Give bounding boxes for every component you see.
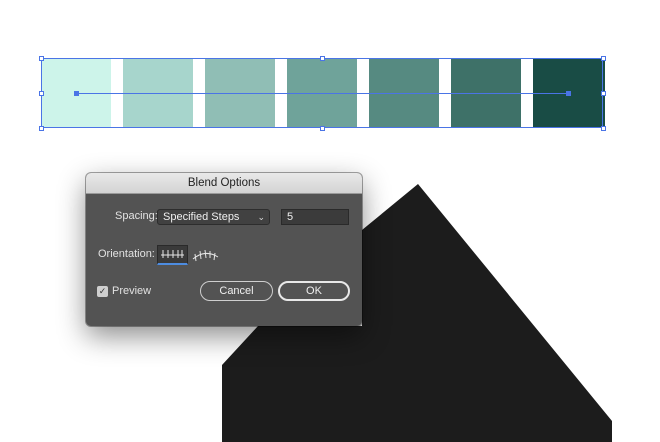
spacing-label: Spacing: [115,210,158,222]
align-to-page-icon [161,250,184,258]
selection-handle-tm[interactable] [320,56,325,61]
preview-checkbox[interactable]: ✓ [97,286,108,297]
spine-anchor-end[interactable] [566,91,571,96]
cancel-button[interactable]: Cancel [200,281,273,301]
dialog-title[interactable]: Blend Options [86,173,362,194]
selection-handle-br[interactable] [601,126,606,131]
align-to-page-button[interactable] [157,245,188,265]
orientation-label: Orientation: [98,248,155,260]
selection-handle-mr[interactable] [601,91,606,96]
selection-handle-tr[interactable] [601,56,606,61]
spine-anchor-start[interactable] [74,91,79,96]
blend-spine-path[interactable] [76,93,568,94]
selection-handle-bl[interactable] [39,126,44,131]
align-to-path-icon [192,249,219,262]
checkmark-icon: ✓ [98,286,107,296]
selection-handle-bm[interactable] [320,126,325,131]
chevron-down-icon: ⌄ [257,212,265,222]
preview-label[interactable]: Preview [112,285,151,297]
selection-handle-tl[interactable] [39,56,44,61]
specified-steps-input[interactable]: 5 [281,209,349,225]
ok-button[interactable]: OK [278,281,350,301]
selection-handle-ml[interactable] [39,91,44,96]
spacing-dropdown[interactable]: Specified Steps ⌄ [157,209,270,225]
align-to-path-button[interactable] [190,245,221,265]
steps-input-value: 5 [287,211,294,223]
spacing-dropdown-value: Specified Steps [163,211,240,223]
